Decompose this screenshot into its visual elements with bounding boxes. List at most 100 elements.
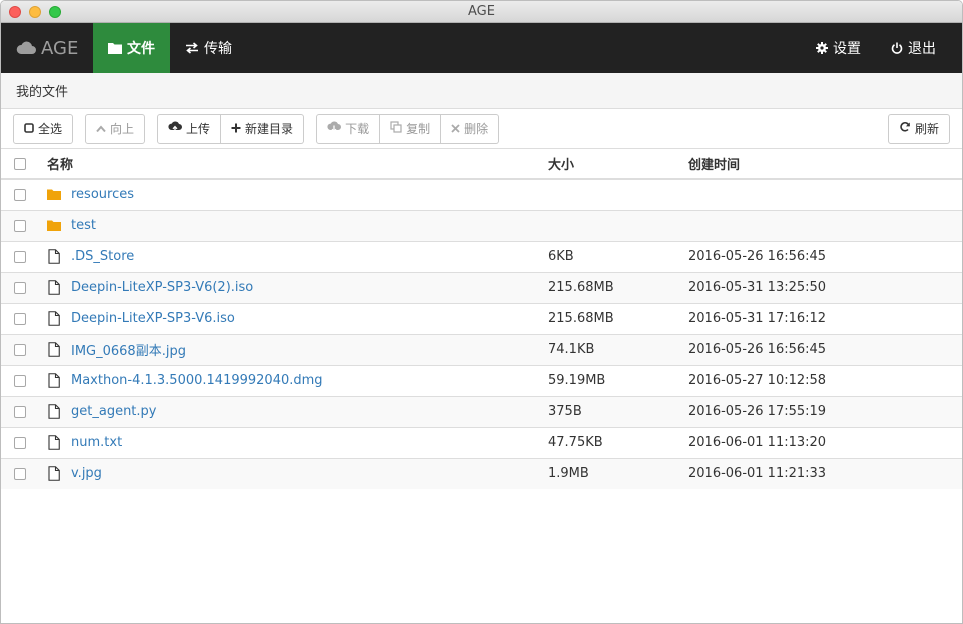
table-row[interactable]: v.jpg 1.9MB 2016-06-01 11:21:33	[1, 457, 962, 489]
table-row[interactable]: num.txt 47.75KB 2016-06-01 11:13:20	[1, 426, 962, 458]
delete-button[interactable]: 删除	[441, 113, 500, 144]
download-label: 下载	[345, 122, 370, 136]
file-size: 215.68MB	[548, 271, 688, 303]
breadcrumb-current[interactable]: 我的文件	[16, 81, 68, 100]
nav-files-label: 文件	[127, 41, 155, 57]
header-name[interactable]: 名称	[35, 149, 548, 180]
cloud-download-icon	[327, 121, 342, 136]
table-row[interactable]: Maxthon-4.1.3.5000.1419992040.dmg 59.19MB…	[1, 364, 962, 396]
times-icon	[451, 122, 460, 136]
transfer-icon	[185, 42, 199, 54]
copy-label: 复制	[406, 122, 431, 136]
folder-icon	[108, 42, 122, 54]
row-checkbox[interactable]	[14, 343, 26, 356]
file-size: 215.68MB	[548, 302, 688, 334]
file-size: 375B	[548, 395, 688, 427]
minimize-window-button[interactable]	[29, 6, 41, 18]
window-controls	[9, 6, 61, 18]
file-name-link[interactable]: Deepin-LiteXP-SP3-V6(2).iso	[71, 280, 253, 295]
row-checkbox[interactable]	[14, 312, 26, 325]
file-name-link[interactable]: num.txt	[71, 435, 122, 450]
upload-label: 上传	[186, 122, 211, 136]
file-name-link[interactable]: get_agent.py	[71, 404, 156, 419]
file-table: 名称 大小 创建时间 resources test .DS_Store 6KB 2016…	[1, 149, 962, 489]
nav-transfer[interactable]: 传输	[170, 23, 247, 73]
table-row[interactable]: .DS_Store 6KB 2016-05-26 16:56:45	[1, 240, 962, 272]
file-icon	[47, 280, 61, 296]
select-all-label: 全选	[38, 122, 63, 136]
file-name-link[interactable]: IMG_0668副本.jpg	[71, 340, 186, 359]
file-name-link[interactable]: Maxthon-4.1.3.5000.1419992040.dmg	[71, 373, 323, 388]
file-size: 74.1KB	[548, 333, 688, 365]
file-size	[548, 178, 688, 210]
file-size	[548, 209, 688, 241]
file-name-link[interactable]: .DS_Store	[71, 249, 134, 264]
file-name-link[interactable]: v.jpg	[71, 466, 102, 481]
close-window-button[interactable]	[9, 6, 21, 18]
new-folder-button[interactable]: 新建目录	[221, 113, 305, 144]
row-checkbox[interactable]	[14, 405, 26, 418]
file-created-time: 2016-06-01 11:13:20	[688, 426, 962, 458]
cloud-upload-icon	[168, 121, 183, 136]
table-row[interactable]: resources	[1, 178, 962, 210]
refresh-icon	[899, 121, 911, 136]
file-size: 6KB	[548, 240, 688, 272]
file-icon	[47, 342, 61, 358]
select-all-checkbox[interactable]	[14, 157, 26, 170]
select-all-button[interactable]: 全选	[13, 113, 74, 144]
nav-logout[interactable]: 退出	[876, 23, 962, 73]
download-button[interactable]: 下载	[316, 113, 381, 144]
file-list: resources test .DS_Store 6KB 2016-05-26 16:5…	[1, 178, 962, 489]
refresh-button[interactable]: 刷新	[887, 113, 950, 144]
delete-label: 删除	[464, 122, 489, 136]
copy-button[interactable]: 复制	[380, 113, 442, 144]
plus-icon	[231, 122, 241, 136]
row-checkbox[interactable]	[14, 219, 26, 232]
table-row[interactable]: Deepin-LiteXP-SP3-V6(2).iso 215.68MB 2016-…	[1, 271, 962, 303]
file-name-link[interactable]: Deepin-LiteXP-SP3-V6.iso	[71, 311, 235, 326]
file-created-time: 2016-05-31 13:25:50	[688, 271, 962, 303]
title-bar: AGE	[1, 1, 962, 23]
row-checkbox[interactable]	[14, 436, 26, 449]
table-row[interactable]: Deepin-LiteXP-SP3-V6.iso 215.68MB 2016-05-…	[1, 302, 962, 334]
power-icon	[891, 42, 903, 54]
table-row[interactable]: test	[1, 209, 962, 241]
table-row[interactable]: IMG_0668副本.jpg 74.1KB 2016-05-26 16:56:45	[1, 333, 962, 365]
file-size: 1.9MB	[548, 457, 688, 489]
toolbar: 全选 向上 上传 新建目录 下载 复制 删除 刷新	[1, 109, 962, 149]
file-icon	[47, 466, 61, 482]
nav-settings[interactable]: 设置	[801, 23, 876, 73]
row-checkbox[interactable]	[14, 374, 26, 387]
breadcrumb: 我的文件	[1, 73, 962, 109]
nav-settings-label: 设置	[833, 41, 861, 57]
chevron-up-icon	[96, 122, 106, 136]
table-row[interactable]: get_agent.py 375B 2016-05-26 17:55:19	[1, 395, 962, 427]
file-name-link[interactable]: resources	[71, 187, 134, 202]
copy-icon	[390, 121, 402, 136]
row-checkbox[interactable]	[14, 188, 26, 201]
folder-icon	[47, 187, 61, 203]
file-name-link[interactable]: test	[71, 218, 96, 233]
file-created-time: 2016-05-26 17:55:19	[688, 395, 962, 427]
upload-button[interactable]: 上传	[157, 113, 222, 144]
header-created[interactable]: 创建时间	[688, 149, 962, 180]
row-checkbox[interactable]	[14, 250, 26, 263]
row-checkbox[interactable]	[14, 281, 26, 294]
nav-transfer-label: 传输	[204, 41, 232, 57]
window-title: AGE	[468, 4, 495, 19]
nav-files[interactable]: 文件	[93, 23, 170, 73]
file-size: 59.19MB	[548, 364, 688, 396]
up-button[interactable]: 向上	[85, 113, 146, 144]
maximize-window-button[interactable]	[49, 6, 61, 18]
header-size[interactable]: 大小	[548, 149, 688, 180]
file-icon	[47, 435, 61, 451]
refresh-label: 刷新	[914, 122, 939, 136]
folder-icon	[47, 218, 61, 234]
brand[interactable]: AGE	[1, 23, 93, 73]
cloud-icon	[16, 41, 36, 55]
table-header: 名称 大小 创建时间	[1, 149, 962, 180]
file-created-time	[688, 178, 962, 210]
row-checkbox[interactable]	[14, 467, 26, 480]
up-label: 向上	[110, 122, 135, 136]
file-size: 47.75KB	[548, 426, 688, 458]
